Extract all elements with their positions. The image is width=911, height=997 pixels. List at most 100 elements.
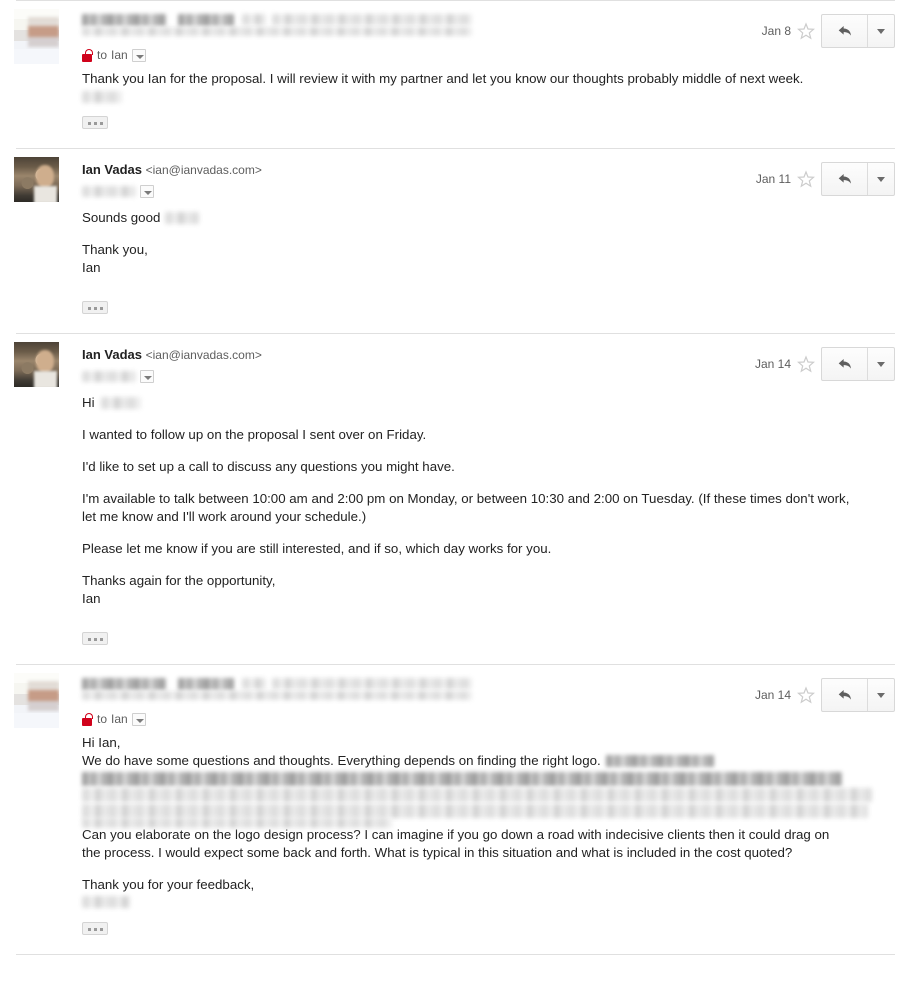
body-paragraph: Thank you Ian for the proposal. I will r…: [82, 71, 804, 86]
message-header: Ian Vadas <ian@ianvadas.com> Jan 14: [82, 346, 895, 388]
body-text: Sounds good: [82, 210, 161, 225]
signoff-line: Thank you,: [82, 242, 148, 257]
sender-name: Ian Vadas: [82, 347, 142, 362]
reply-arrow-icon: [838, 690, 851, 700]
sender-name-redaction: [82, 14, 166, 26]
avatar: [14, 342, 59, 397]
more-options-chevron-down-icon[interactable]: [868, 15, 894, 47]
body-redaction: [165, 212, 200, 225]
reply-button[interactable]: [822, 15, 868, 47]
message-date: Jan 11: [755, 172, 791, 186]
show-trimmed-content-button[interactable]: [82, 922, 108, 935]
recipient-details-chevron-down-icon[interactable]: [140, 184, 154, 198]
email-message[interactable]: to Ian Jan 8 Thank you Ian for the propo…: [0, 0, 911, 148]
email-message[interactable]: to Ian Jan 14 Hi Ian, We do have some qu…: [0, 664, 911, 954]
unlocked-padlock-icon: [82, 712, 93, 726]
message-date: Jan 14: [754, 688, 791, 702]
reply-button-group[interactable]: [821, 678, 895, 712]
message-header: to Ian Jan 14: [82, 677, 895, 728]
recipient-line: to Ian: [82, 710, 695, 728]
sender-email: <ian@ianvadas.com>: [145, 348, 262, 362]
body-text: We do have some questions and thoughts. …: [82, 753, 601, 768]
unlocked-padlock-icon: [82, 48, 93, 62]
star-outline-icon[interactable]: [797, 355, 815, 373]
email-thread: to Ian Jan 8 Thank you Ian for the propo…: [0, 0, 911, 955]
recipient-details-chevron-down-icon[interactable]: [131, 48, 146, 62]
greeting-name-redaction: [100, 397, 141, 410]
message-body: Hi I wanted to follow up on the proposal…: [82, 394, 895, 664]
show-trimmed-content-button[interactable]: [82, 116, 108, 129]
body-paragraph: Can you elaborate on the logo design pro…: [82, 827, 830, 860]
reply-button-group[interactable]: [821, 14, 895, 48]
avatar-redacted-image: [14, 9, 59, 64]
message-actions: Jan 14: [755, 346, 895, 382]
sender-email-redaction-2: [272, 678, 472, 689]
recipient-label: to: [97, 712, 108, 726]
reply-arrow-icon: [838, 359, 851, 369]
sender-email: <ian@ianvadas.com>: [145, 163, 262, 177]
signature-redaction: [82, 894, 850, 912]
reply-button[interactable]: [822, 679, 868, 711]
sender-identity: Ian Vadas <ian@ianvadas.com>: [82, 161, 695, 179]
avatar-photo: [14, 342, 59, 387]
sender-line-redaction-lower: [82, 691, 472, 700]
avatar-redacted-image: [14, 673, 59, 728]
body-paragraph: I'd like to set up a call to discuss any…: [82, 459, 455, 474]
avatar: [14, 157, 59, 212]
body-redaction-inline: [605, 755, 714, 768]
sender-name-redaction: [82, 678, 166, 690]
message-body: Sounds good Thank you, Ian: [82, 209, 895, 333]
more-options-chevron-down-icon[interactable]: [868, 348, 894, 380]
recipient-name: Ian: [111, 48, 128, 62]
signature-redaction: [82, 88, 850, 106]
reply-button-group[interactable]: [821, 347, 895, 381]
recipient-line: [82, 367, 695, 385]
avatar-photo: [14, 157, 59, 202]
avatar: [14, 673, 59, 728]
reply-button[interactable]: [822, 163, 868, 195]
reply-button[interactable]: [822, 348, 868, 380]
email-message[interactable]: Ian Vadas <ian@ianvadas.com> Jan 11 Soun…: [0, 148, 911, 333]
sender-identity-redacted: [82, 677, 695, 707]
sender-email-redaction-1: [242, 678, 266, 689]
reply-arrow-icon: [838, 26, 851, 36]
recipient-details-chevron-down-icon[interactable]: [140, 369, 154, 383]
sender-email-redaction-1: [242, 14, 266, 25]
show-trimmed-content-button[interactable]: [82, 632, 108, 645]
recipient-redaction: [82, 370, 136, 382]
recipient-label: to: [97, 48, 108, 62]
message-body: Hi Ian, We do have some questions and th…: [82, 734, 895, 954]
star-outline-icon[interactable]: [797, 22, 815, 40]
recipient-redaction: [82, 185, 136, 197]
email-message[interactable]: Ian Vadas <ian@ianvadas.com> Jan 14 Hi I…: [0, 333, 911, 664]
show-trimmed-content-button[interactable]: [82, 301, 108, 314]
sender-identity: Ian Vadas <ian@ianvadas.com>: [82, 346, 695, 364]
recipient-details-chevron-down-icon[interactable]: [131, 712, 146, 726]
body-paragraph: I wanted to follow up on the proposal I …: [82, 427, 427, 442]
reply-button-group[interactable]: [821, 162, 895, 196]
more-options-chevron-down-icon[interactable]: [868, 163, 894, 195]
reply-arrow-icon: [838, 174, 851, 184]
message-date: Jan 14: [754, 357, 791, 371]
body-line: We do have some questions and thoughts. …: [82, 752, 850, 770]
recipient-line: [82, 182, 695, 200]
body-redaction-block: [82, 770, 872, 828]
sender-name-redaction-2: [178, 678, 234, 690]
message-actions: Jan 8: [762, 13, 895, 49]
signoff-line: Thanks again for the opportunity,: [82, 573, 276, 588]
sender-name: Ian Vadas: [82, 162, 142, 177]
signature-name: Ian: [82, 260, 101, 275]
sender-name-redaction-2: [178, 14, 234, 26]
more-options-chevron-down-icon[interactable]: [868, 679, 894, 711]
message-header: Ian Vadas <ian@ianvadas.com> Jan 11: [82, 161, 895, 203]
body-paragraph: Sounds good: [82, 209, 850, 227]
message-body: Thank you Ian for the proposal. I will r…: [82, 70, 895, 148]
body-paragraph: Please let me know if you are still inte…: [82, 541, 552, 556]
sender-line-redaction-lower: [82, 27, 472, 36]
star-outline-icon[interactable]: [797, 170, 815, 188]
message-actions: Jan 11: [756, 161, 895, 197]
signoff-line: Thank you for your feedback,: [82, 877, 255, 892]
star-outline-icon[interactable]: [797, 686, 815, 704]
signature-name: Ian: [82, 591, 101, 606]
avatar: [14, 9, 59, 64]
